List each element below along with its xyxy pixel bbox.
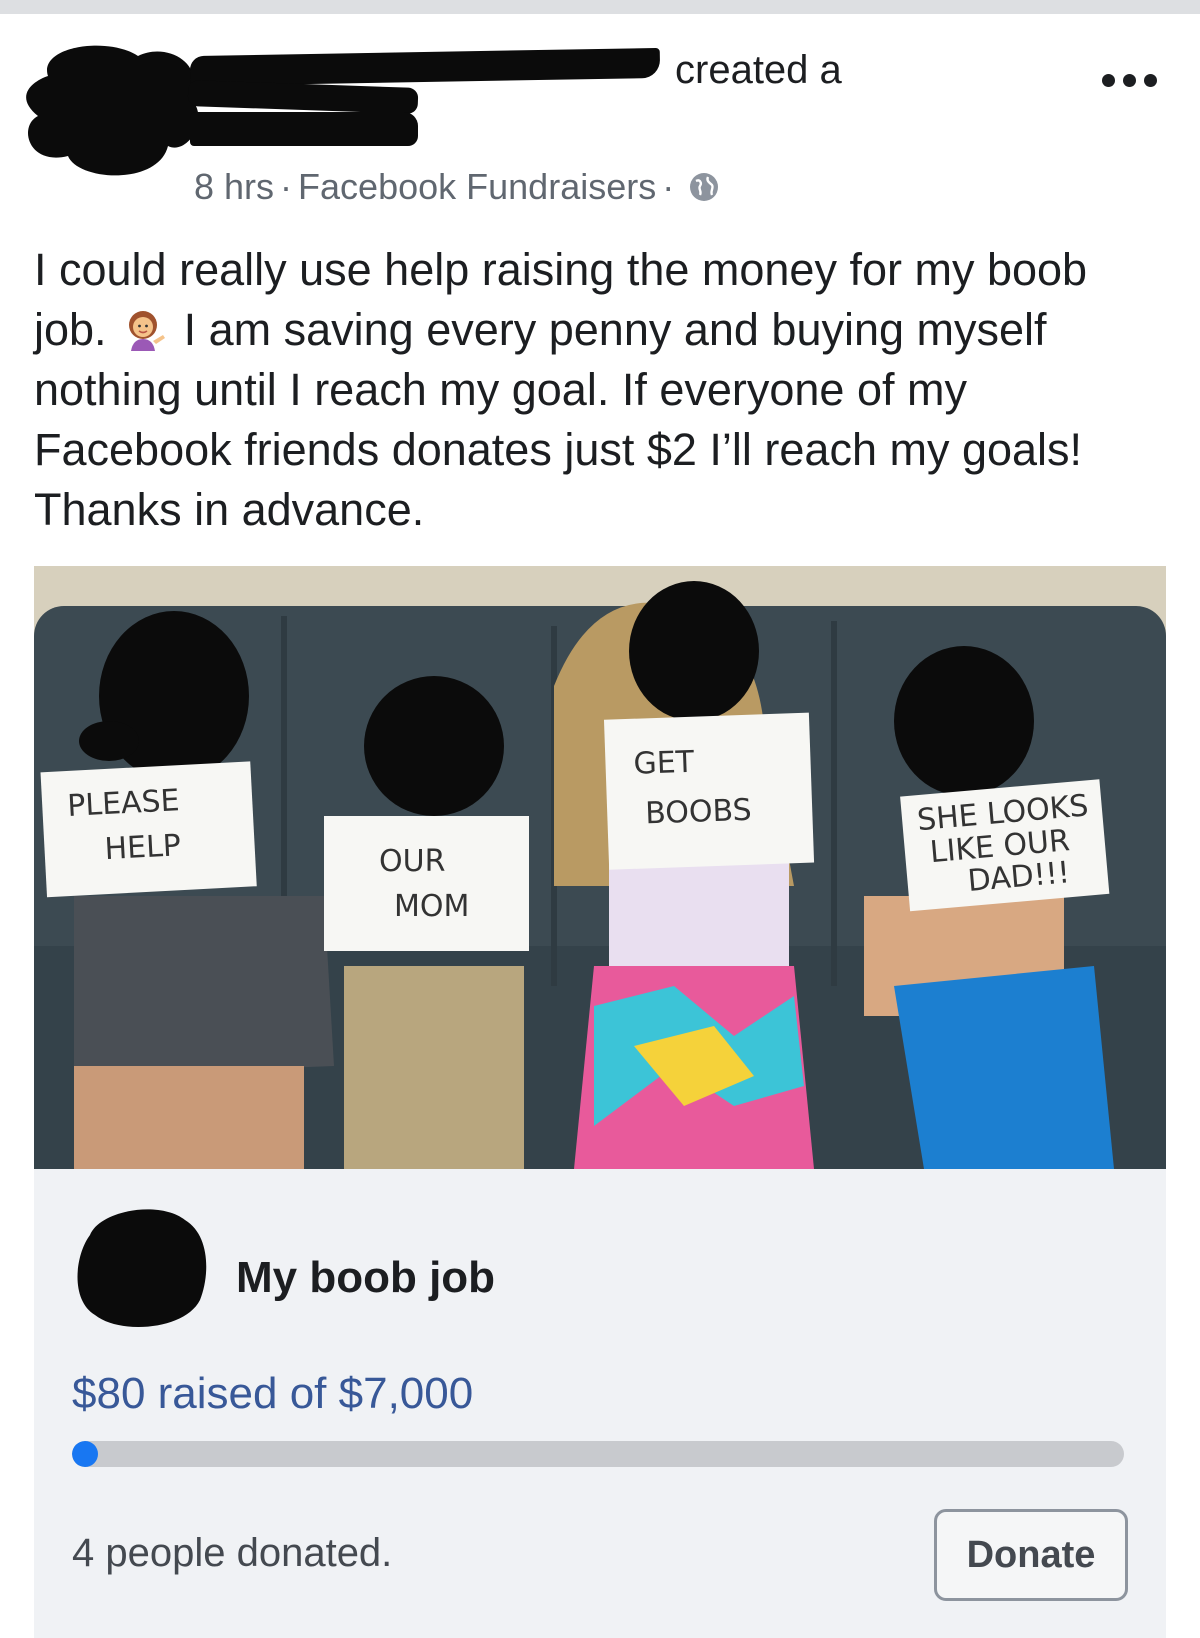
post-action-text: created a [675, 48, 842, 92]
globe-icon [690, 173, 719, 201]
post-time[interactable]: 8 hrs [194, 166, 274, 208]
post-text-line: I could really use help raising the mone… [34, 244, 1088, 295]
meta-separator: · [662, 166, 675, 207]
donor-count[interactable]: 4 people donated. [72, 1531, 392, 1576]
woman-tipping-hand-emoji-icon [129, 311, 166, 351]
name-redaction [189, 47, 661, 87]
more-options-icon[interactable] [1102, 68, 1166, 92]
sign-text: HELP [104, 828, 182, 867]
sign-text: BOOBS [645, 793, 753, 832]
top-divider [0, 0, 1200, 14]
sign-text: GET [633, 745, 695, 782]
post-source[interactable]: Facebook Fundraisers [298, 166, 656, 208]
sign-text: MOM [394, 889, 469, 924]
post-text-fragment: job. [34, 304, 107, 355]
name-redaction [187, 79, 419, 115]
post-meta: 8 hrs · Facebook Fundraisers · [194, 166, 720, 208]
sign-text: OUR [379, 844, 445, 879]
donate-button[interactable]: Donate [934, 1509, 1128, 1601]
name-redaction [190, 112, 418, 146]
photo-illustration: PLEASE HELP OUR MOM GET BOOBS SHE LOOKS … [34, 566, 1166, 1169]
fundraiser-avatar-redaction [77, 1209, 207, 1327]
post-text: I could really use help raising the mone… [34, 240, 1174, 540]
avatar-redaction [26, 45, 199, 176]
post-text-line: job. I am saving every penny and buying … [34, 300, 1174, 360]
meta-separator: · [280, 166, 293, 207]
post-text-line: Facebook friends donates just $2 I’ll re… [34, 424, 1083, 475]
progress-fill [72, 1441, 98, 1467]
raised-amount: $80 raised of $7,000 [72, 1369, 474, 1418]
sign-text: PLEASE [66, 783, 180, 824]
fundraiser-card[interactable]: My boob job $80 raised of $7,000 4 peopl… [34, 1169, 1166, 1638]
post-text-line: nothing until I reach my goal. If everyo… [34, 364, 967, 415]
fundraiser-title[interactable]: My boob job [236, 1253, 495, 1303]
progress-bar [72, 1441, 1124, 1467]
post-photo[interactable]: PLEASE HELP OUR MOM GET BOOBS SHE LOOKS … [34, 566, 1166, 1169]
post-text-fragment: I am saving every penny and buying mysel… [183, 304, 1047, 355]
post-text-line: Thanks in advance. [34, 484, 425, 535]
